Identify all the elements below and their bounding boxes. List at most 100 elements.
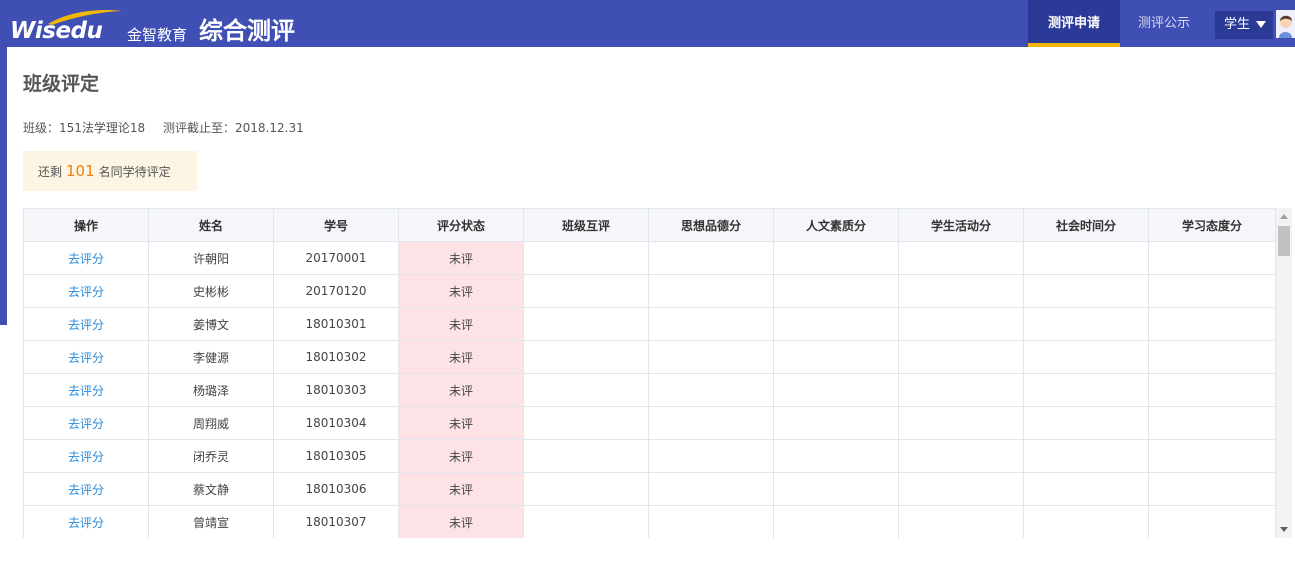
morality-score-cell: [648, 472, 774, 506]
status-cell: 未评: [398, 241, 524, 275]
rate-link[interactable]: 去评分: [68, 417, 104, 431]
brand-name: 金智教育: [127, 26, 188, 44]
student-id-cell: 18010303: [273, 373, 399, 407]
social-time-score-cell: [1023, 373, 1149, 407]
rate-link[interactable]: 去评分: [68, 516, 104, 530]
scroll-down-arrow-icon[interactable]: [1280, 527, 1288, 532]
scroll-up-arrow-icon[interactable]: [1280, 214, 1288, 219]
table-row: 去评分 史彬彬 20170120 未评: [23, 274, 1276, 308]
humanities-score-cell: [773, 439, 899, 473]
peer-review-cell: [523, 373, 649, 407]
activity-score-cell: [898, 274, 1024, 308]
col-header-name: 姓名: [148, 208, 274, 242]
user-role-dropdown[interactable]: 学生: [1215, 11, 1273, 39]
notice-suffix: 名同学待评定: [98, 165, 171, 179]
attitude-score-cell: [1148, 373, 1276, 407]
table-row: 去评分 姜博文 18010301 未评: [23, 307, 1276, 341]
app-header: Wisedu 金智教育 综合测评 测评申请 测评公示 学生: [0, 0, 1295, 47]
social-time-score-cell: [1023, 406, 1149, 440]
action-cell: 去评分: [23, 439, 149, 473]
name-cell: 史彬彬: [148, 274, 274, 308]
activity-score-cell: [898, 406, 1024, 440]
attitude-score-cell: [1148, 241, 1276, 275]
rate-link[interactable]: 去评分: [68, 318, 104, 332]
student-id-cell: 18010301: [273, 307, 399, 341]
col-header-attitude-score: 学习态度分: [1148, 208, 1276, 242]
action-cell: 去评分: [23, 241, 149, 275]
attitude-score-cell: [1148, 439, 1276, 473]
student-id-cell: 20170001: [273, 241, 399, 275]
status-cell: 未评: [398, 373, 524, 407]
social-time-score-cell: [1023, 472, 1149, 506]
attitude-score-cell: [1148, 340, 1276, 374]
student-id-cell: 20170120: [273, 274, 399, 308]
class-label: 班级：151法学理论18: [23, 121, 146, 135]
action-cell: 去评分: [23, 406, 149, 440]
table-header-row: 操作 姓名 学号 评分状态 班级互评 思想品德分 人文素质分 学生活动分 社会时…: [23, 208, 1276, 242]
action-cell: 去评分: [23, 373, 149, 407]
action-cell: 去评分: [23, 274, 149, 308]
status-cell: 未评: [398, 472, 524, 506]
page-title: 班级评定: [23, 73, 100, 95]
morality-score-cell: [648, 241, 774, 275]
student-id-cell: 18010304: [273, 406, 399, 440]
col-header-student-id: 学号: [273, 208, 399, 242]
humanities-score-cell: [773, 373, 899, 407]
rate-link[interactable]: 去评分: [68, 252, 104, 266]
name-cell: 周翔威: [148, 406, 274, 440]
student-id-cell: 18010305: [273, 439, 399, 473]
col-header-morality-score: 思想品德分: [648, 208, 774, 242]
name-cell: 蔡文静: [148, 472, 274, 506]
app-title: 综合测评: [199, 17, 295, 45]
deadline-label: 测评截止至：2018.12.31: [163, 121, 304, 135]
peer-review-cell: [523, 505, 649, 538]
table-row: 去评分 许朝阳 20170001 未评: [23, 241, 1276, 275]
activity-score-cell: [898, 472, 1024, 506]
rate-link[interactable]: 去评分: [68, 483, 104, 497]
activity-score-cell: [898, 307, 1024, 341]
col-header-peer-review: 班级互评: [523, 208, 649, 242]
social-time-score-cell: [1023, 241, 1149, 275]
user-role-label: 学生: [1224, 17, 1251, 32]
tab-apply[interactable]: 测评申请: [1028, 0, 1120, 47]
user-avatar-icon[interactable]: [1276, 10, 1295, 38]
morality-score-cell: [648, 307, 774, 341]
social-time-score-cell: [1023, 274, 1149, 308]
pending-notice: 还剩 101 名同学待评定: [23, 151, 197, 191]
action-cell: 去评分: [23, 505, 149, 538]
col-header-social-time-score: 社会时间分: [1023, 208, 1149, 242]
activity-score-cell: [898, 241, 1024, 275]
social-time-score-cell: [1023, 340, 1149, 374]
name-cell: 闭乔灵: [148, 439, 274, 473]
humanities-score-cell: [773, 307, 899, 341]
humanities-score-cell: [773, 340, 899, 374]
action-cell: 去评分: [23, 307, 149, 341]
status-cell: 未评: [398, 406, 524, 440]
humanities-score-cell: [773, 241, 899, 275]
status-cell: 未评: [398, 340, 524, 374]
table-row: 去评分 蔡文静 18010306 未评: [23, 472, 1276, 506]
rate-link[interactable]: 去评分: [68, 384, 104, 398]
rate-link[interactable]: 去评分: [68, 450, 104, 464]
humanities-score-cell: [773, 472, 899, 506]
table-row: 去评分 李健源 18010302 未评: [23, 340, 1276, 374]
status-cell: 未评: [398, 274, 524, 308]
peer-review-cell: [523, 439, 649, 473]
avatar-figure-icon: [1279, 15, 1292, 38]
peer-review-cell: [523, 307, 649, 341]
table-scrollbar[interactable]: [1276, 208, 1292, 538]
rate-link[interactable]: 去评分: [68, 351, 104, 365]
name-cell: 许朝阳: [148, 241, 274, 275]
scrollbar-thumb[interactable]: [1278, 226, 1290, 256]
student-id-cell: 18010307: [273, 505, 399, 538]
peer-review-cell: [523, 472, 649, 506]
status-cell: 未评: [398, 439, 524, 473]
table-row: 去评分 杨璐泽 18010303 未评: [23, 373, 1276, 407]
name-cell: 杨璐泽: [148, 373, 274, 407]
rate-link[interactable]: 去评分: [68, 285, 104, 299]
tab-publicity[interactable]: 测评公示: [1122, 0, 1206, 47]
peer-review-cell: [523, 406, 649, 440]
action-cell: 去评分: [23, 472, 149, 506]
morality-score-cell: [648, 274, 774, 308]
student-id-cell: 18010306: [273, 472, 399, 506]
